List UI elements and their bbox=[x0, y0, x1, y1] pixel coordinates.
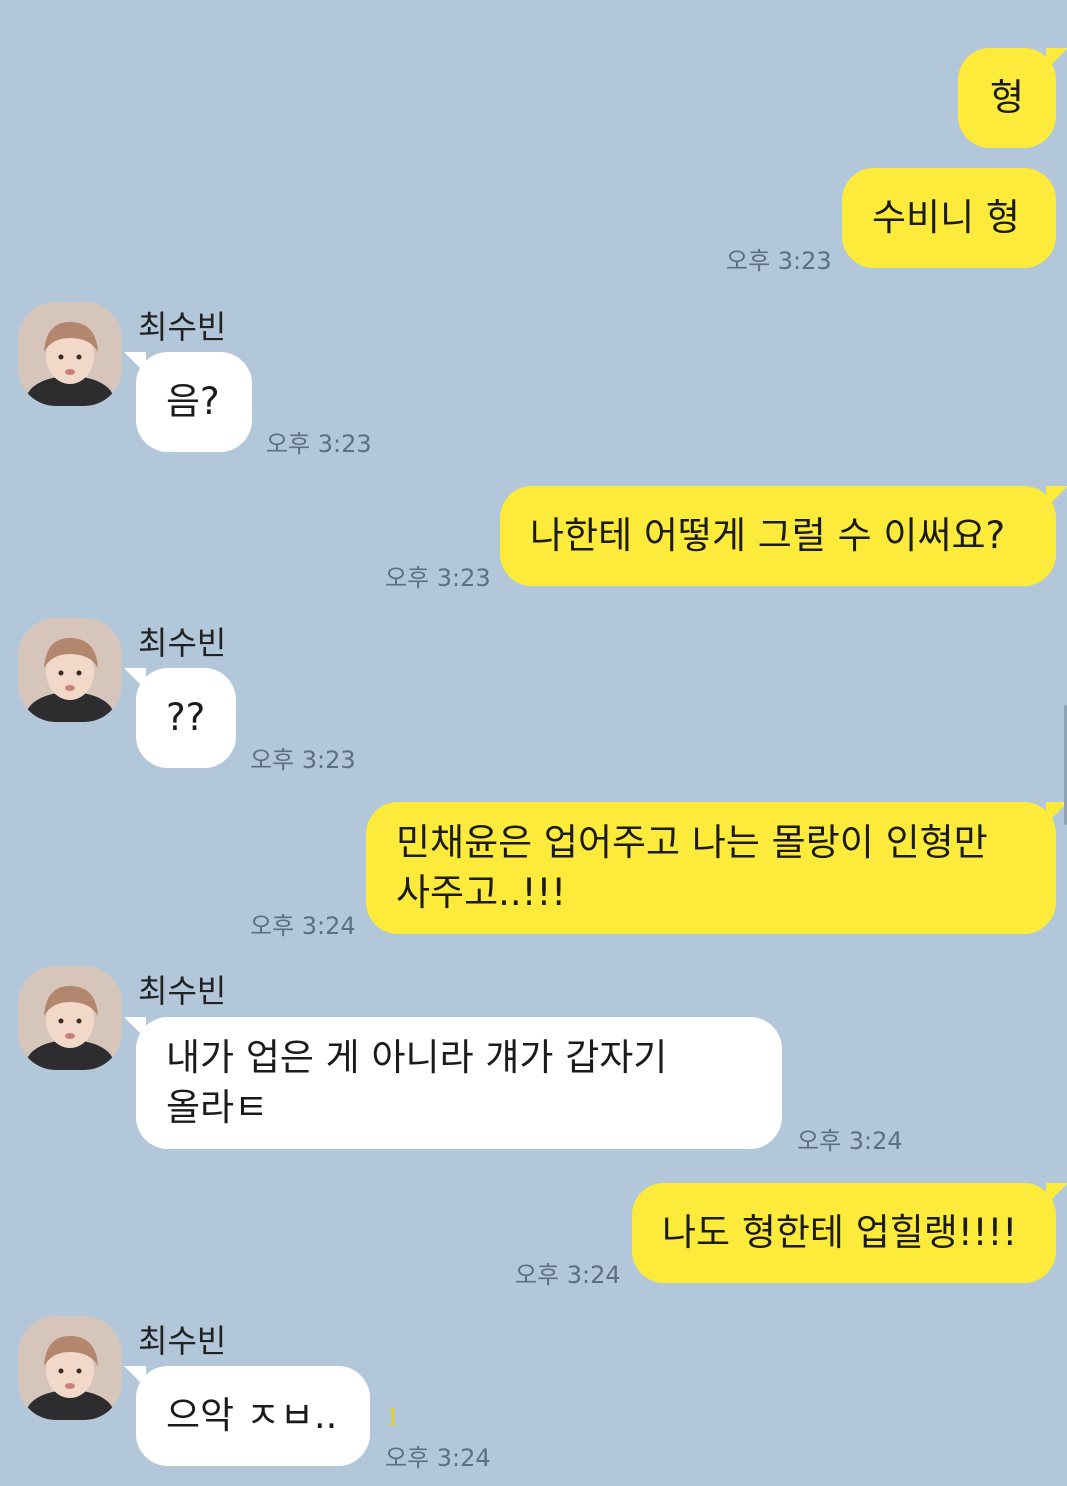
avatar[interactable] bbox=[18, 966, 122, 1070]
sender-name: 최수빈 bbox=[138, 1322, 227, 1360]
message-timestamp: 오후 3:23 bbox=[266, 430, 372, 458]
message-text: 나도 형한테 업힐랭!!!! bbox=[662, 1211, 1018, 1254]
message-text: 형 bbox=[989, 76, 1025, 119]
message-timestamp: 오후 3:23 bbox=[726, 247, 832, 275]
message-text: 나한테 어떻게 그럴 수 이써요? bbox=[530, 514, 1006, 557]
avatar[interactable] bbox=[18, 302, 122, 406]
message-bubble-outgoing[interactable]: 수비니 형 bbox=[842, 168, 1056, 268]
message-timestamp: 오후 3:24 bbox=[797, 1127, 903, 1155]
profile-photo-icon bbox=[18, 1316, 122, 1420]
profile-photo-icon bbox=[18, 966, 122, 1070]
avatar[interactable] bbox=[18, 618, 122, 722]
message-bubble-outgoing[interactable]: 나한테 어떻게 그럴 수 이써요? bbox=[500, 486, 1067, 586]
message-timestamp: 오후 3:23 bbox=[385, 564, 491, 592]
sender-name: 최수빈 bbox=[138, 308, 227, 346]
message-text: 민채윤은 업어주고 나는 몰랑이 인형만 사주고..!!! bbox=[396, 821, 988, 914]
profile-photo-icon bbox=[18, 618, 122, 722]
profile-photo-icon bbox=[18, 302, 122, 406]
avatar[interactable] bbox=[18, 1316, 122, 1420]
message-bubble-incoming[interactable]: 음? bbox=[124, 352, 252, 452]
message-text: 수비니 형 bbox=[872, 196, 1020, 239]
message-timestamp: 오후 3:24 bbox=[385, 1444, 491, 1472]
message-timestamp: 오후 3:24 bbox=[515, 1261, 621, 1289]
message-text: 음? bbox=[166, 380, 220, 423]
chat-room[interactable]: 형 수비니 형 오후 3:23 최수빈 음? 오후 3:23 나한테 어떻게 그… bbox=[0, 0, 1067, 1486]
message-bubble-outgoing[interactable]: 나도 형한테 업힐랭!!!! bbox=[632, 1183, 1067, 1283]
sender-name: 최수빈 bbox=[138, 624, 227, 662]
message-bubble-incoming[interactable]: 으악 ㅈㅂ.. bbox=[124, 1366, 370, 1466]
message-timestamp: 오후 3:23 bbox=[250, 746, 356, 774]
sender-name: 최수빈 bbox=[138, 972, 227, 1010]
message-bubble-outgoing[interactable]: 형 bbox=[958, 48, 1067, 148]
unread-count: 1 bbox=[386, 1406, 400, 1431]
message-text: ?? bbox=[166, 696, 206, 739]
message-bubble-outgoing[interactable]: 민채윤은 업어주고 나는 몰랑이 인형만 사주고..!!! bbox=[366, 802, 1067, 934]
message-bubble-incoming[interactable]: ?? bbox=[124, 668, 236, 768]
message-text: 내가 업은 게 아니라 걔가 갑자기 올라ㅌ bbox=[166, 1036, 668, 1129]
message-text: 으악 ㅈㅂ.. bbox=[166, 1394, 338, 1437]
message-bubble-incoming[interactable]: 내가 업은 게 아니라 걔가 갑자기 올라ㅌ bbox=[124, 1017, 782, 1149]
message-timestamp: 오후 3:24 bbox=[250, 912, 356, 940]
